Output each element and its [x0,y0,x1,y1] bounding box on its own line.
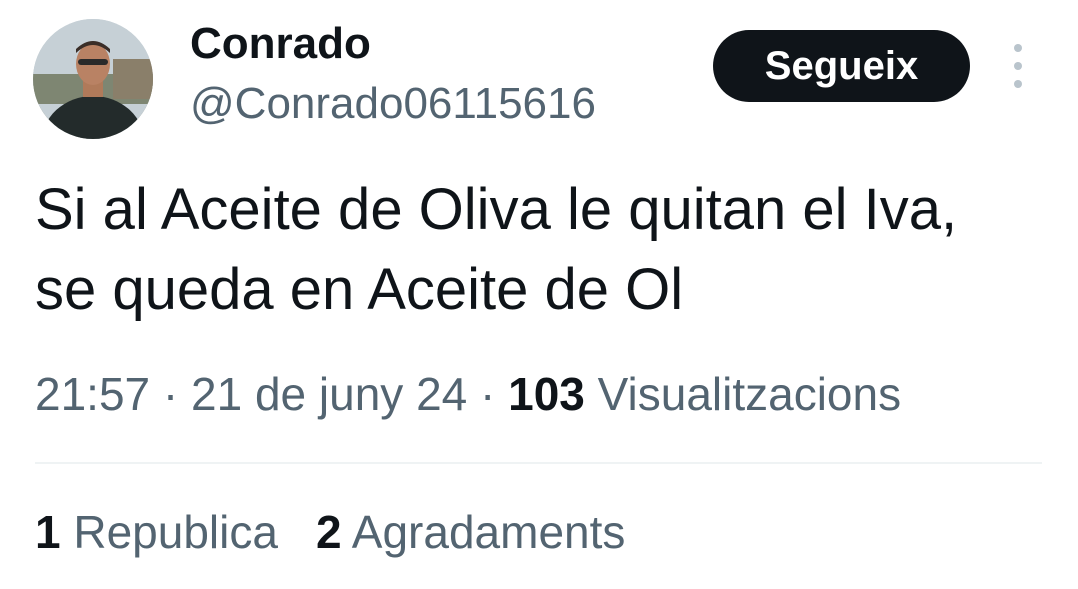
likes-count: 2 [315,506,342,558]
meta-separator: · [467,368,509,420]
more-dot [1014,62,1022,70]
likes-stat[interactable]: 2 Agradaments [316,500,625,564]
tweet-text-line: se queda en Aceite de Ol [35,257,684,322]
avatar[interactable] [33,19,153,139]
avatar-photo-icon [33,19,153,139]
views-label: Visualitzacions [584,368,902,420]
views-count: 103 [508,368,585,420]
more-dot [1014,80,1022,88]
tweet-stats: 1 Republica 2 Agradaments [35,500,625,564]
reposts-label: Republica [60,506,278,558]
tweet-card: Conrado @Conrado06115616 Segueix Si al A… [0,0,1078,589]
reposts-stat[interactable]: 1 Republica [35,500,278,564]
author-handle[interactable]: @Conrado06115616 [190,78,596,130]
author-name[interactable]: Conrado [190,18,371,70]
tweet-date[interactable]: 21 de juny 24 [191,368,467,420]
more-vertical-icon[interactable] [1005,44,1031,88]
tweet-meta: 21:57 · 21 de juny 24 · 103 Visualitzaci… [35,362,901,426]
likes-label: Agradaments [341,506,626,558]
meta-separator: · [150,368,192,420]
more-dot [1014,44,1022,52]
tweet-text: Si al Aceite de Oliva le quitan el Iva, … [35,170,1055,330]
reposts-count: 1 [35,506,61,558]
tweet-time[interactable]: 21:57 [35,368,150,420]
divider [35,462,1042,464]
follow-button[interactable]: Segueix [713,30,970,102]
tweet-text-line: Si al Aceite de Oliva le quitan el Iva, [35,177,958,242]
